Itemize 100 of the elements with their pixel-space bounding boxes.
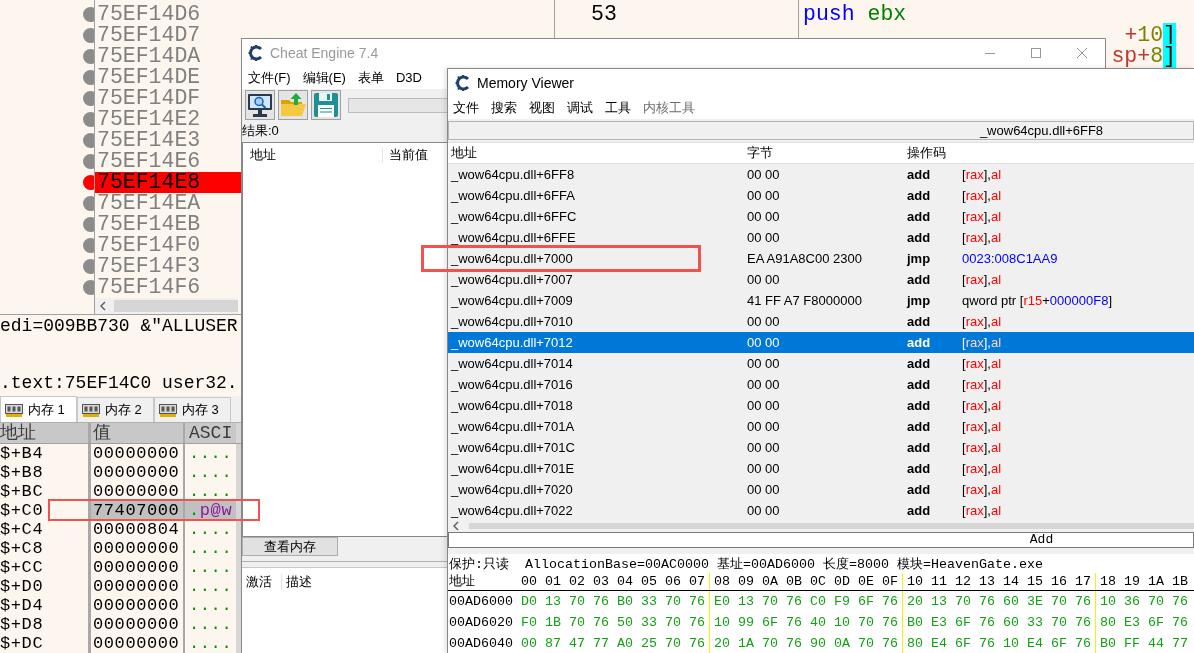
address-text[interactable]: _wow64cpu.dll+6FFC — [451, 209, 577, 224]
bytes-text: 00 00 — [747, 440, 780, 455]
address-text: 75EF14E2 — [96, 109, 202, 130]
assembler-field[interactable]: Add — [448, 532, 1194, 548]
address-text[interactable]: _wow64cpu.dll+7016 — [451, 377, 573, 392]
operand-text: [rax],al — [962, 314, 1002, 329]
address-text[interactable]: _wow64cpu.dll+701C — [451, 440, 575, 455]
mnemonic-text: add — [907, 314, 931, 329]
menu-item[interactable]: D3D — [395, 70, 422, 86]
menu-item[interactable]: 文件 — [453, 100, 479, 116]
menu-item[interactable]: 文件(F) — [248, 70, 291, 86]
address-text[interactable]: _wow64cpu.dll+7012 — [451, 335, 573, 350]
chevron-left-icon — [453, 521, 459, 531]
hex-address: 00AD6040 — [448, 635, 514, 653]
column-header[interactable]: 描述 — [282, 574, 312, 590]
view-memory-button[interactable]: 查看内存 — [242, 537, 338, 556]
address-text: 75EF14D6 — [96, 4, 202, 25]
address-text[interactable]: _wow64cpu.dll+7020 — [451, 482, 573, 497]
address-text[interactable]: _wow64cpu.dll+6FFE — [451, 230, 576, 245]
bytes-text: 00 00 — [747, 503, 780, 518]
hex-bytes: 80 E3 6F 76 — [1095, 612, 1194, 633]
horizontal-scrollbar[interactable] — [95, 298, 238, 314]
hex-column-header: 18 19 1A 1B — [1095, 573, 1194, 590]
address-text[interactable]: _wow64cpu.dll+7010 — [451, 314, 573, 329]
address-text[interactable]: _wow64cpu.dll+7022 — [451, 503, 573, 518]
column-header[interactable]: 值 — [91, 423, 185, 443]
operand-text: [rax],al — [962, 461, 1002, 476]
value-cell: 00000000 — [91, 596, 185, 615]
column-header: 地址 — [448, 573, 476, 590]
address-text: 75EF14E6 — [96, 151, 202, 172]
column-header[interactable]: 字节 — [745, 145, 905, 161]
address-cell: $+CC — [0, 558, 91, 577]
column-header[interactable]: 激活 — [242, 574, 282, 590]
menu-item: 内核工具 — [643, 100, 695, 116]
menu-item[interactable]: 工具 — [605, 100, 631, 116]
address-field[interactable]: _wow64cpu.dll+6FF8 — [448, 121, 1194, 140]
address-cell: $+C4 — [0, 520, 91, 539]
hex-bytes: 20 1A 70 76 90 0A 70 76 — [709, 633, 902, 653]
horizontal-scrollbar[interactable] — [448, 521, 1194, 531]
menu-item[interactable]: 表单 — [357, 70, 384, 86]
register-info-text: edi=009BB730 &"ALLUSER — [0, 316, 238, 336]
window-title: Cheat Engine 7.4 — [270, 44, 379, 62]
operand-text: [rax],al — [962, 377, 1002, 392]
hex-column-header: 00 01 02 03 04 05 06 07 — [520, 573, 706, 590]
bytes-text: 00 00 — [747, 419, 780, 434]
monitor-magnifier-icon — [247, 93, 273, 117]
hex-bytes: 80 E4 6F 76 10 E4 6F 76 — [902, 633, 1095, 653]
address-text[interactable]: _wow64cpu.dll+701E — [451, 461, 575, 476]
address-cell: $+C8 — [0, 539, 91, 558]
value-cell: 00000000 — [91, 463, 185, 482]
menu-item[interactable]: 编辑(E) — [302, 70, 346, 86]
operand-text: [rax],al — [962, 272, 1002, 287]
result-count-text: 结果:0 — [242, 122, 279, 140]
menu-item[interactable]: 调试 — [567, 100, 593, 116]
column-header[interactable]: 操作码 — [905, 145, 1194, 161]
column-header[interactable]: 地址 — [0, 423, 91, 443]
value-cell: 00000000 — [91, 444, 185, 463]
operand-text: 0023:008C1AA9 — [962, 251, 1058, 266]
address-text: 75EF14DE — [96, 67, 202, 88]
address-text: 75EF14DF — [96, 88, 202, 109]
tab[interactable]: 内存 1 — [0, 396, 77, 422]
operand-text: [rax],al — [962, 503, 1002, 518]
tab[interactable]: 内存 2 — [77, 397, 154, 422]
operand-text: qword ptr [r15+000000F8] — [962, 293, 1112, 308]
location-text: .text:75EF14C0 user32. — [0, 373, 238, 393]
mnemonic-text: jmp — [907, 293, 931, 308]
column-header[interactable]: 当前值 — [383, 147, 428, 163]
logo-icon — [455, 75, 471, 91]
menu-item[interactable]: 视图 — [529, 100, 555, 116]
mnemonic-text: add — [907, 482, 931, 497]
address-text: 75EF14EB — [96, 214, 202, 235]
operand-text: [rax],al — [962, 230, 1002, 245]
operand-text: [rax],al — [962, 335, 1002, 350]
column-header[interactable]: 地址 — [448, 145, 745, 161]
minimize-icon — [985, 52, 995, 54]
column-header[interactable]: 地址 — [243, 147, 383, 163]
menu-item[interactable]: 搜索 — [491, 100, 517, 116]
bytes-text: 00 00 — [747, 482, 780, 497]
address-text[interactable]: _wow64cpu.dll+7018 — [451, 398, 573, 413]
address-text[interactable]: _wow64cpu.dll+7009 — [451, 293, 573, 308]
hex-bytes: 10 36 70 76 — [1095, 591, 1194, 612]
operand-text: [rax],al — [962, 167, 1002, 182]
toolbar-button[interactable] — [245, 90, 275, 120]
address-text[interactable]: _wow64cpu.dll+7007 — [451, 272, 573, 287]
mnemonic-text: add — [907, 209, 931, 224]
hex-bytes: 00 87 47 77 A0 25 70 76 — [520, 635, 706, 653]
tab[interactable]: 内存 3 — [154, 397, 231, 422]
address-cell: $+B8 — [0, 463, 91, 482]
address-text[interactable]: _wow64cpu.dll+6FFA — [451, 188, 575, 203]
address-text[interactable]: _wow64cpu.dll+701A — [451, 419, 575, 434]
value-cell: 00000000 — [91, 577, 185, 596]
selected-row[interactable]: _wow64cpu.dll+7012 00 00 add [rax],al — [448, 332, 1194, 353]
address-text: 75EF14E3 — [96, 130, 202, 151]
address-text: 75EF14F3 — [96, 256, 202, 277]
operand-text: [rax],al — [962, 482, 1002, 497]
address-text[interactable]: _wow64cpu.dll+6FF8 — [451, 167, 575, 182]
mnemonic-text: add — [907, 503, 931, 518]
mnemonic-text: add — [907, 419, 931, 434]
address-text[interactable]: _wow64cpu.dll+7014 — [451, 356, 573, 371]
address-text[interactable]: _wow64cpu.dll+7000 — [451, 251, 573, 266]
